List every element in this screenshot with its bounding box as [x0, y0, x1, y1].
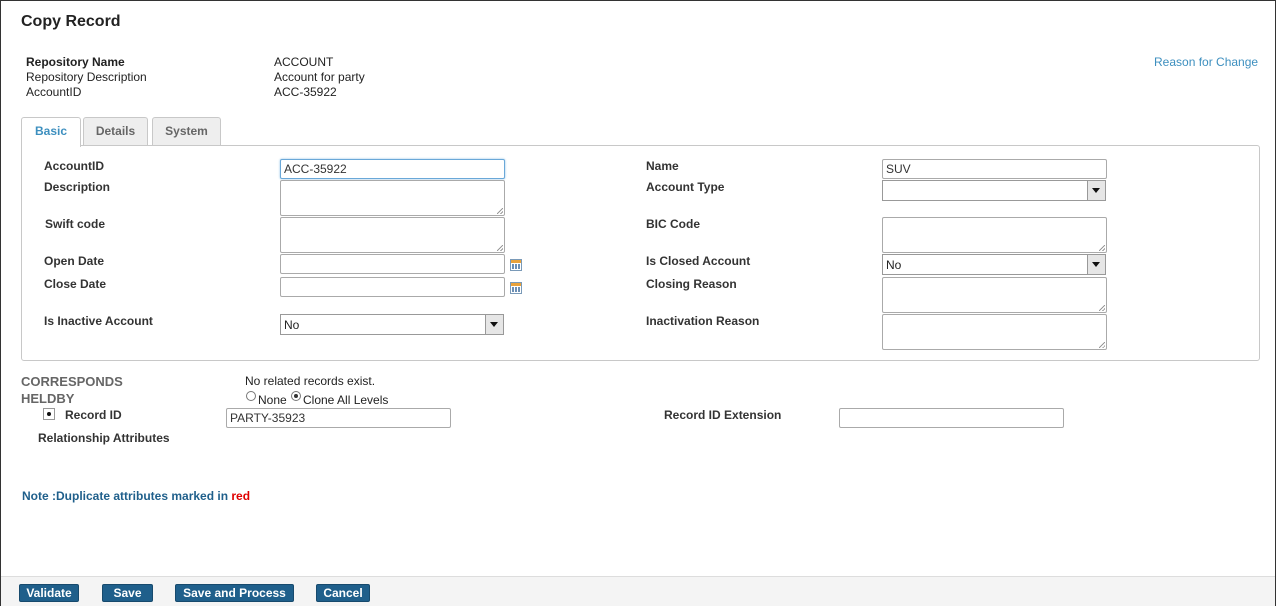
name-input[interactable] — [882, 159, 1107, 179]
duplicate-note: Note :Duplicate attributes marked in red — [22, 489, 250, 503]
account-id-label: AccountID — [44, 159, 104, 173]
repo-desc-label: Repository Description — [26, 70, 147, 84]
is-inactive-value: No — [284, 318, 300, 332]
bic-code-label: BIC Code — [646, 217, 700, 231]
duplicate-note-text: Note :Duplicate attributes marked in — [22, 489, 232, 503]
repo-name-value: ACCOUNT — [274, 55, 334, 69]
closing-reason-textarea[interactable] — [882, 277, 1107, 313]
radio-clone-label: Clone All Levels — [303, 393, 389, 407]
name-label: Name — [646, 159, 679, 173]
is-closed-select[interactable]: No — [882, 254, 1106, 275]
reason-for-change-link[interactable]: Reason for Change — [1154, 55, 1258, 69]
is-inactive-label: Is Inactive Account — [44, 314, 153, 328]
account-id-input[interactable] — [280, 159, 505, 179]
record-id-radio[interactable] — [43, 408, 55, 420]
record-id-input[interactable] — [226, 408, 451, 428]
account-type-label: Account Type — [646, 180, 725, 194]
swift-code-textarea[interactable] — [280, 217, 505, 253]
save-button[interactable]: Save — [102, 584, 153, 602]
tab-system[interactable]: System — [152, 117, 221, 145]
relationship-title-line1: CORRESPONDS — [21, 374, 123, 389]
account-id-meta-value: ACC-35922 — [274, 85, 337, 99]
is-closed-label: Is Closed Account — [646, 254, 751, 268]
radio-none[interactable] — [246, 391, 256, 401]
radio-clone-all-levels[interactable] — [291, 391, 301, 401]
record-id-label: Record ID — [65, 408, 122, 422]
close-date-label: Close Date — [44, 277, 107, 291]
calendar-icon[interactable] — [510, 259, 522, 271]
chevron-down-icon — [1087, 181, 1105, 200]
closing-reason-label: Closing Reason — [646, 277, 737, 291]
bic-code-textarea[interactable] — [882, 217, 1107, 253]
account-type-select[interactable] — [882, 180, 1106, 201]
chevron-down-icon — [485, 315, 503, 334]
description-label: Description — [44, 180, 111, 194]
chevron-down-icon — [1087, 255, 1105, 274]
open-date-label: Open Date — [44, 254, 105, 268]
cancel-button[interactable]: Cancel — [316, 584, 370, 602]
is-closed-value: No — [886, 258, 902, 272]
record-id-extension-input[interactable] — [839, 408, 1064, 428]
is-inactive-select[interactable]: No — [280, 314, 504, 335]
no-records-text: No related records exist. — [245, 374, 376, 388]
inactivation-reason-textarea[interactable] — [882, 314, 1107, 350]
swift-code-label: Swift code — [45, 217, 106, 231]
validate-button[interactable]: Validate — [19, 584, 79, 602]
inactivation-reason-label: Inactivation Reason — [646, 314, 760, 328]
save-and-process-button[interactable]: Save and Process — [175, 584, 294, 602]
close-date-input[interactable] — [280, 277, 505, 297]
account-id-meta-label: AccountID — [26, 85, 82, 99]
page-title: Copy Record — [21, 13, 121, 30]
relationship-title-line2: HELDBY — [21, 391, 75, 406]
repo-desc-value: Account for party — [274, 70, 365, 84]
duplicate-note-red-word: red — [231, 489, 251, 503]
record-id-extension-label: Record ID Extension — [664, 408, 782, 422]
description-textarea[interactable] — [280, 180, 505, 216]
relationship-attributes-label: Relationship Attributes — [38, 431, 170, 445]
repo-name-label: Repository Name — [26, 55, 125, 69]
calendar-icon[interactable] — [510, 282, 522, 294]
tab-basic[interactable]: Basic — [21, 117, 81, 147]
radio-none-label: None — [258, 393, 287, 407]
open-date-input[interactable] — [280, 254, 505, 274]
tab-details[interactable]: Details — [83, 117, 148, 145]
